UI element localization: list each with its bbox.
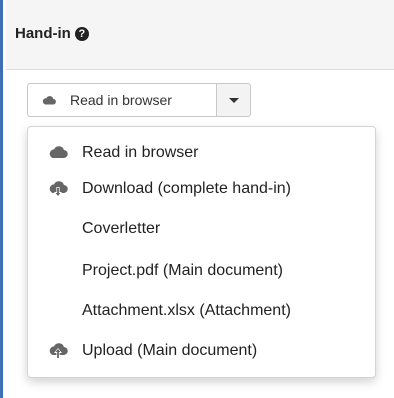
menu-item-download-complete[interactable]: Download (complete hand-in) — [28, 174, 375, 204]
cloud-upload-icon — [48, 343, 68, 361]
menu-item-coverletter[interactable]: Coverletter — [28, 214, 375, 244]
cloud-download-icon — [48, 181, 68, 199]
menu-item-upload-main[interactable]: Upload (Main document) — [28, 336, 375, 366]
panel-header: Hand-in? — [6, 0, 394, 70]
menu-item-attachment-xlsx[interactable]: Attachment.xlsx (Attachment) — [28, 296, 375, 326]
menu-item-label: Attachment.xlsx (Attachment) — [82, 302, 291, 319]
help-icon[interactable]: ? — [74, 27, 89, 41]
hand-in-panel: Hand-in? Read in browser Read in browser — [0, 0, 394, 398]
menu-item-label: Coverletter — [82, 220, 161, 237]
menu-item-label: Project.pdf (Main document) — [82, 262, 283, 279]
read-in-browser-button[interactable]: Read in browser — [27, 83, 216, 117]
read-mode-button-group: Read in browser — [27, 83, 251, 117]
panel-title: Hand-in? — [15, 25, 89, 42]
menu-item-label: Upload (Main document) — [82, 342, 258, 359]
read-in-browser-button-label: Read in browser — [70, 92, 172, 108]
panel-title-text: Hand-in — [15, 25, 71, 42]
menu-item-label: Read in browser — [82, 144, 199, 161]
menu-item-label: Download (complete hand-in) — [82, 180, 291, 197]
menu-item-read-in-browser[interactable]: Read in browser — [28, 138, 375, 168]
cloud-icon — [42, 95, 56, 105]
caret-down-icon — [228, 97, 239, 103]
cloud-icon — [48, 145, 68, 159]
download-options-menu: Read in browser Download (complete hand-… — [27, 126, 376, 378]
menu-item-project-pdf[interactable]: Project.pdf (Main document) — [28, 256, 375, 286]
dropdown-toggle-button[interactable] — [216, 83, 251, 117]
